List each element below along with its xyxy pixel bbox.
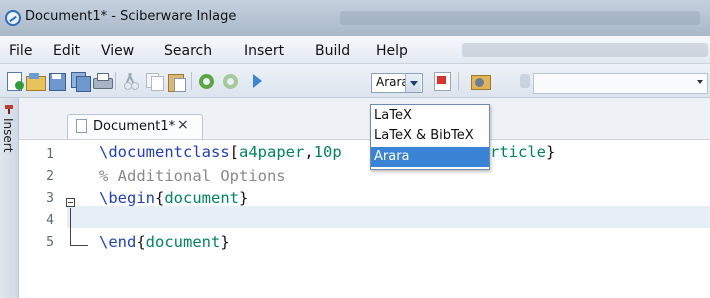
- code-line-1: \documentclass[a4paper,10p: [99, 143, 342, 161]
- save-all-icon[interactable]: [70, 71, 91, 92]
- code-line-3: \begin{document}: [99, 189, 248, 207]
- code-token: 10p: [313, 143, 342, 161]
- code-token: {: [136, 233, 146, 251]
- menu-help[interactable]: Help: [376, 43, 408, 59]
- document-icon: [76, 119, 87, 133]
- code-token: rticle: [490, 143, 546, 161]
- toolbar-separator: [458, 72, 459, 90]
- run-icon[interactable]: [249, 71, 269, 91]
- fold-guide: [70, 208, 71, 246]
- fold-toggle[interactable]: [66, 198, 75, 207]
- code-token: }: [546, 143, 556, 161]
- window-title: Document1* - Sciberware Inlage: [25, 9, 237, 24]
- current-line-highlight: [67, 206, 710, 228]
- menu-file[interactable]: File: [9, 43, 32, 59]
- insert-tab-label: Insert: [1, 118, 15, 153]
- copy-icon[interactable]: [144, 71, 164, 91]
- open-file-icon[interactable]: [25, 71, 46, 91]
- code-line-1-tail: rticle}: [490, 143, 555, 161]
- settings-icon[interactable]: [470, 71, 491, 91]
- document-tab-label: Document1*: [93, 119, 176, 134]
- build-option-latex-bibtex[interactable]: LaTeX & BibTeX: [371, 126, 489, 146]
- line-number: 4: [46, 213, 54, 228]
- blurred-background: [520, 74, 530, 88]
- print-icon[interactable]: [92, 71, 113, 91]
- menu-bar: File Edit View Search Insert Build Help: [0, 36, 710, 64]
- code-token: \begin: [99, 189, 155, 207]
- menu-search[interactable]: Search: [164, 43, 212, 59]
- code-token: \documentclass: [99, 143, 230, 161]
- toolbar-separator: [191, 72, 192, 90]
- code-token: document: [164, 189, 239, 207]
- code-token: \end: [99, 233, 137, 251]
- menu-view[interactable]: View: [101, 43, 134, 59]
- code-token: [: [229, 143, 239, 161]
- undo-icon[interactable]: [197, 71, 217, 91]
- insert-side-tab[interactable]: Insert: [1, 118, 19, 178]
- code-token: % Additional Options: [99, 167, 286, 185]
- cut-icon[interactable]: [120, 71, 140, 91]
- code-line-5: \end{document}: [99, 233, 230, 251]
- menu-build[interactable]: Build: [315, 43, 350, 59]
- pdf-icon[interactable]: [432, 71, 452, 91]
- chevron-down-icon[interactable]: [697, 80, 703, 84]
- toolbar-separator: [115, 72, 116, 90]
- line-number: 1: [46, 147, 54, 162]
- blurred-background: [340, 11, 700, 25]
- app-icon: [5, 10, 21, 26]
- code-token: ,: [304, 143, 314, 161]
- build-option-arara[interactable]: Arara: [371, 147, 489, 167]
- code-token: document: [145, 233, 221, 251]
- paste-icon[interactable]: [166, 71, 186, 92]
- build-option-latex[interactable]: LaTeX: [371, 106, 489, 126]
- line-number: 2: [46, 169, 54, 184]
- code-line-2: % Additional Options: [99, 167, 286, 185]
- chevron-down-icon[interactable]: [405, 74, 421, 92]
- code-token: {: [155, 189, 165, 207]
- line-number: 5: [46, 235, 54, 250]
- blurred-background: [462, 43, 708, 57]
- new-file-icon[interactable]: [4, 71, 24, 91]
- line-number: 3: [46, 191, 54, 206]
- code-token: a4paper: [239, 143, 305, 161]
- save-icon[interactable]: [47, 71, 67, 91]
- redo-icon[interactable]: [221, 71, 241, 91]
- code-token: }: [239, 189, 249, 207]
- build-profile-value: Arara: [376, 75, 409, 89]
- search-box[interactable]: [533, 73, 708, 94]
- code-token: }: [220, 233, 230, 251]
- menu-insert[interactable]: Insert: [244, 43, 284, 59]
- close-icon[interactable]: ×: [177, 117, 189, 133]
- menu-edit[interactable]: Edit: [53, 43, 80, 59]
- pin-icon[interactable]: [3, 103, 15, 115]
- fold-guide-end: [70, 245, 88, 246]
